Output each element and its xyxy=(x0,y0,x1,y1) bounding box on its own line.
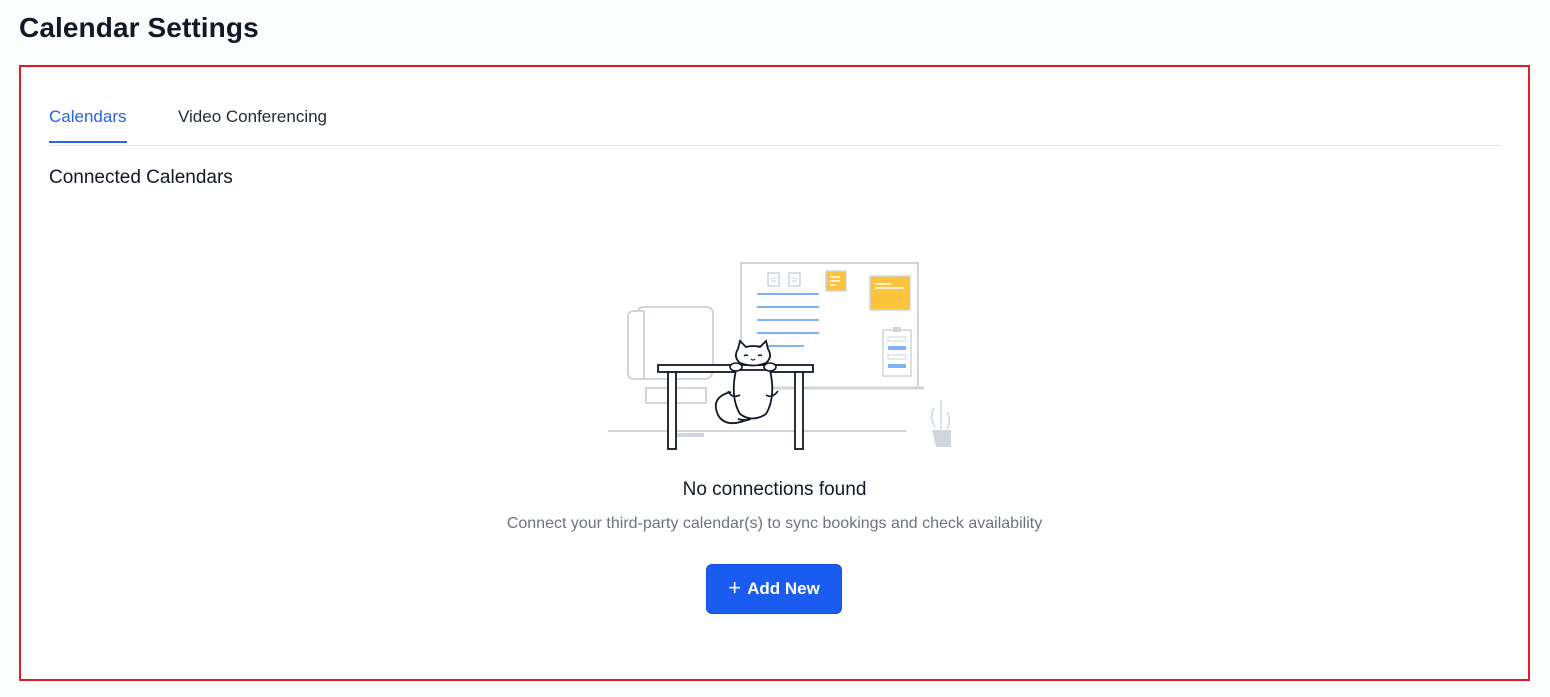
tab-calendars[interactable]: Calendars xyxy=(49,107,127,143)
section-title: Connected Calendars xyxy=(49,167,233,188)
tab-video-conferencing[interactable]: Video Conferencing xyxy=(178,107,327,141)
cat-on-desk-illustration xyxy=(608,262,951,450)
plus-icon: + xyxy=(728,575,742,600)
settings-card: Calendars Video Conferencing Connected C… xyxy=(19,65,1530,681)
empty-state-description: Connect your third-party calendar(s) to … xyxy=(506,515,1043,532)
empty-state-title: No connections found xyxy=(682,479,867,500)
page-title: Calendar Settings xyxy=(19,12,259,43)
add-new-label: Add New xyxy=(747,579,820,598)
add-new-button[interactable]: + Add New xyxy=(706,564,842,614)
tab-bar: Calendars Video Conferencing xyxy=(49,95,1501,146)
